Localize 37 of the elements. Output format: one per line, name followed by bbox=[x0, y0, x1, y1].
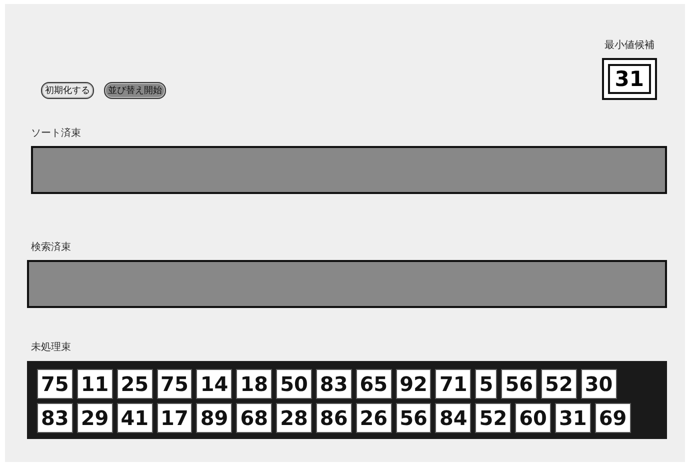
number-card: 84 bbox=[435, 403, 472, 433]
number-card: 17 bbox=[156, 403, 192, 433]
section-label: 検索済束 bbox=[31, 240, 71, 254]
number-card: 30 bbox=[580, 369, 617, 399]
button[interactable]: 並び替え開始 bbox=[104, 82, 166, 99]
number-card: 52 bbox=[475, 403, 512, 433]
number-card: 83 bbox=[37, 403, 73, 433]
button[interactable]: 初期化する bbox=[41, 82, 94, 99]
number-card: 5 bbox=[475, 369, 498, 399]
number-card: 68 bbox=[236, 403, 272, 433]
section-label: ソート済束 bbox=[31, 126, 81, 140]
number-card: 75 bbox=[37, 369, 73, 399]
number-card: 31 bbox=[554, 403, 591, 433]
number-card: 89 bbox=[196, 403, 232, 433]
number-card: 18 bbox=[236, 369, 272, 399]
number-card: 29 bbox=[76, 403, 113, 433]
number-card: 28 bbox=[276, 403, 312, 433]
number-card: 75 bbox=[156, 369, 192, 399]
min-candidate-value: 31 bbox=[608, 64, 651, 94]
number-card: 50 bbox=[276, 369, 312, 399]
number-card: 56 bbox=[396, 403, 432, 433]
number-card: 14 bbox=[196, 369, 232, 399]
number-card: 26 bbox=[356, 403, 392, 433]
number-card: 56 bbox=[501, 369, 538, 399]
number-card: 41 bbox=[116, 403, 153, 433]
number-card: 52 bbox=[541, 369, 577, 399]
number-card: 65 bbox=[356, 369, 392, 399]
number-card: 83 bbox=[316, 369, 352, 399]
number-card: 71 bbox=[435, 369, 472, 399]
section-label: 未処理束 bbox=[31, 340, 71, 354]
number-card: 60 bbox=[515, 403, 551, 433]
min-candidate-label: 最小値候補 bbox=[604, 38, 654, 52]
number-card: 92 bbox=[396, 369, 432, 399]
number-card: 11 bbox=[76, 369, 113, 399]
number-card: 25 bbox=[116, 369, 153, 399]
number-card: 69 bbox=[594, 403, 631, 433]
number-card: 86 bbox=[316, 403, 352, 433]
